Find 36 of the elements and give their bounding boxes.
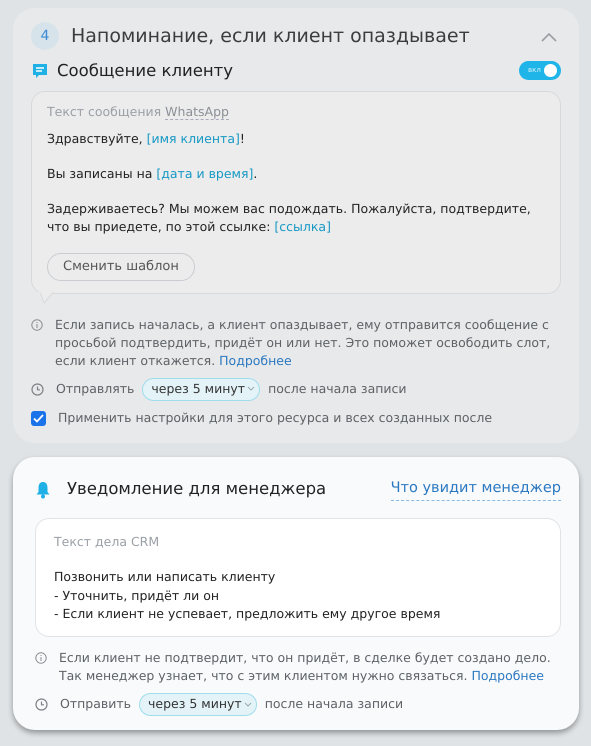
message-paragraph: Задерживаетесь? Мы можем вас подождать. Пожалуйста, подтвердите, что вы приедете, по этой ссылке: [ссылка] xyxy=(47,200,532,236)
change-template-button[interactable]: Сменить шаблон xyxy=(47,253,195,280)
info-icon xyxy=(35,652,47,664)
caret-icon xyxy=(244,702,252,708)
section-title: Напоминание, если клиент опаздывает xyxy=(71,24,471,49)
schedule-label: Отправлять xyxy=(56,380,134,398)
task-line: - Уточнить, придёт ли он xyxy=(54,586,220,605)
message-paragraph: Здравствуйте, [имя клиента]! xyxy=(47,130,246,148)
preview-link[interactable]: Что увидит менеджер xyxy=(390,478,561,502)
schedule-suffix: после начала записи xyxy=(264,695,404,714)
message-paragraph: Вы записаны на [дата и время]. xyxy=(47,164,258,183)
template-label: Текст сообщения xyxy=(47,104,162,120)
schedule-suffix: после начала записи xyxy=(268,380,407,398)
section-title: Сообщение клиенту xyxy=(57,60,234,82)
info-text: Если запись началась, а клиент опаздывает, ему отправится сообщение с просьбой подтвердить, придёт он или нет. Это поможет освободить слот, если клиент откажется. Подробнее xyxy=(55,316,552,370)
checkbox-label: Применить настройки для этого ресурса и всех созданных после xyxy=(58,408,492,427)
bell-icon xyxy=(35,480,51,499)
task-line: - Если клиент не успевает, предложить ему другое время xyxy=(54,605,442,624)
step-number: 4 xyxy=(31,22,59,50)
caret-icon xyxy=(247,386,256,392)
clock-icon xyxy=(31,382,44,396)
task-line: Позвонить или написать клиенту xyxy=(54,568,276,586)
chevron-up-icon xyxy=(541,32,557,42)
section-title: Уведомление для менеджера xyxy=(67,478,328,500)
more-link[interactable]: Подробнее xyxy=(219,352,292,368)
info-icon xyxy=(31,318,43,330)
delay-select[interactable]: через 5 минут xyxy=(142,378,260,401)
task-label: Текст дела CRM xyxy=(54,533,160,552)
schedule-label: Отправить xyxy=(60,695,132,714)
delay-select[interactable]: через 5 минут xyxy=(139,693,257,716)
info-text: Если клиент не подтвердит, что он придёт, в сделке будет создано дело. Так менеджер узнает, что с этим клиентом нужно связаться. Подробнее xyxy=(59,649,552,686)
channel-link[interactable]: WhatsApp xyxy=(165,104,229,120)
checkbox[interactable] xyxy=(31,410,46,426)
more-link[interactable]: Подробнее xyxy=(471,668,544,684)
chat-icon xyxy=(31,62,49,80)
clock-icon xyxy=(35,698,48,712)
